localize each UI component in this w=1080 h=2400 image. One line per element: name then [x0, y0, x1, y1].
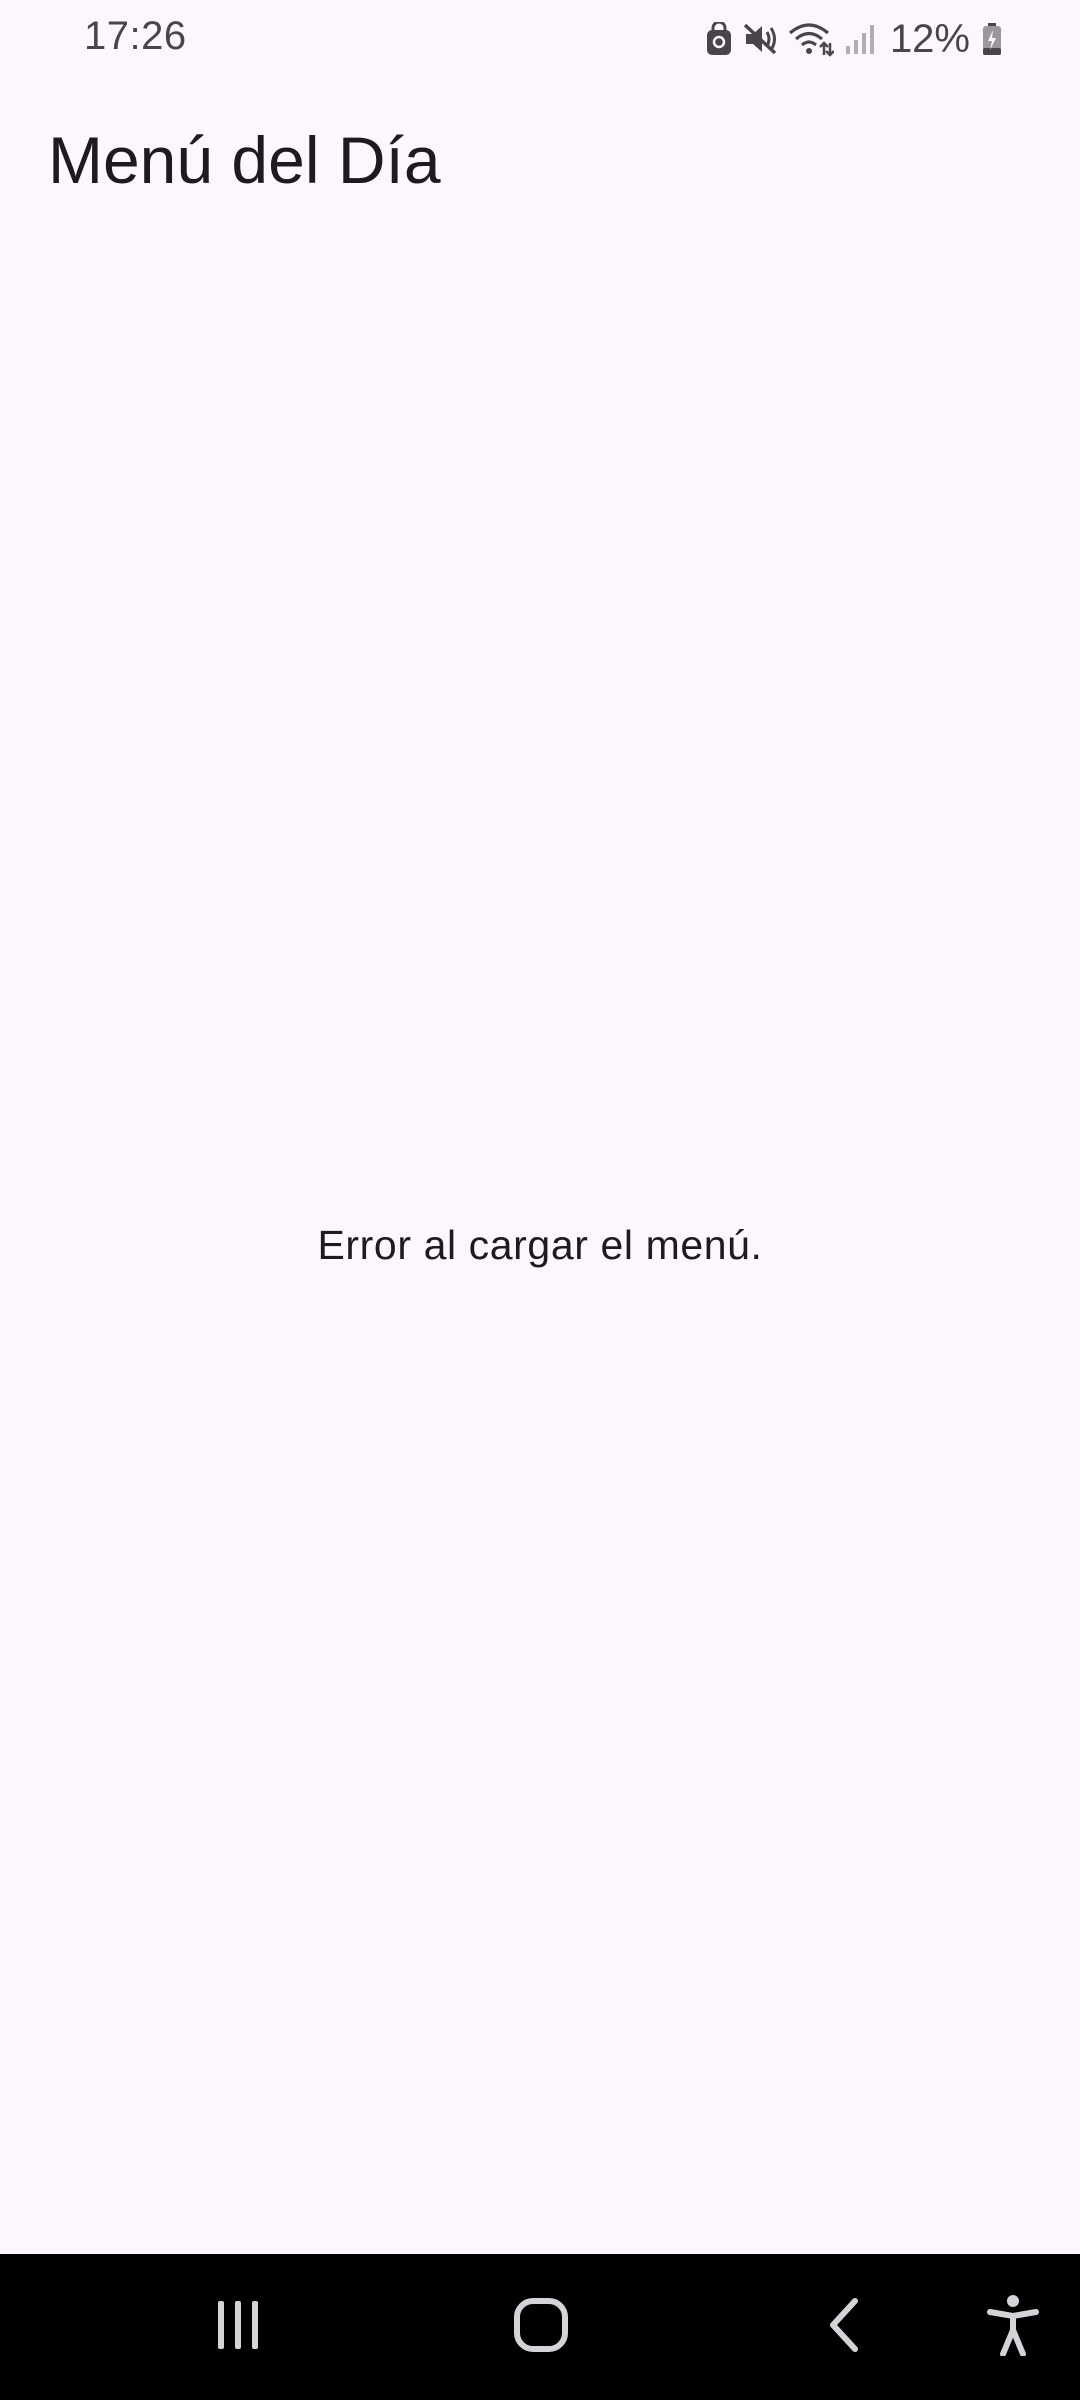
battery-charging-icon [982, 22, 1002, 56]
recent-apps-button[interactable] [158, 2254, 318, 2400]
mute-icon [742, 22, 778, 56]
cellular-signal-icon [844, 22, 876, 56]
screen: 17:26 12% Menú del Día Error al cargar e… [0, 0, 1080, 2400]
accessibility-button[interactable] [933, 2254, 1080, 2400]
home-button[interactable] [461, 2254, 621, 2400]
status-bar: 17:26 12% [0, 0, 1080, 78]
status-time: 17:26 [84, 14, 187, 58]
accessibility-icon [987, 2294, 1039, 2361]
app-bar: Menú del Día [0, 100, 1080, 224]
navigation-bar [0, 2254, 1080, 2400]
error-message: Error al cargar el menú. [317, 1222, 763, 1268]
back-icon [825, 2297, 865, 2358]
status-icons: 12% [706, 14, 1002, 64]
wifi-icon [788, 21, 834, 57]
recent-apps-icon [212, 2297, 264, 2358]
vpn-lock-icon [706, 22, 732, 56]
home-icon [513, 2297, 569, 2358]
back-button[interactable] [765, 2254, 925, 2400]
page-title: Menú del Día [48, 123, 441, 197]
battery-percent: 12% [889, 16, 970, 61]
